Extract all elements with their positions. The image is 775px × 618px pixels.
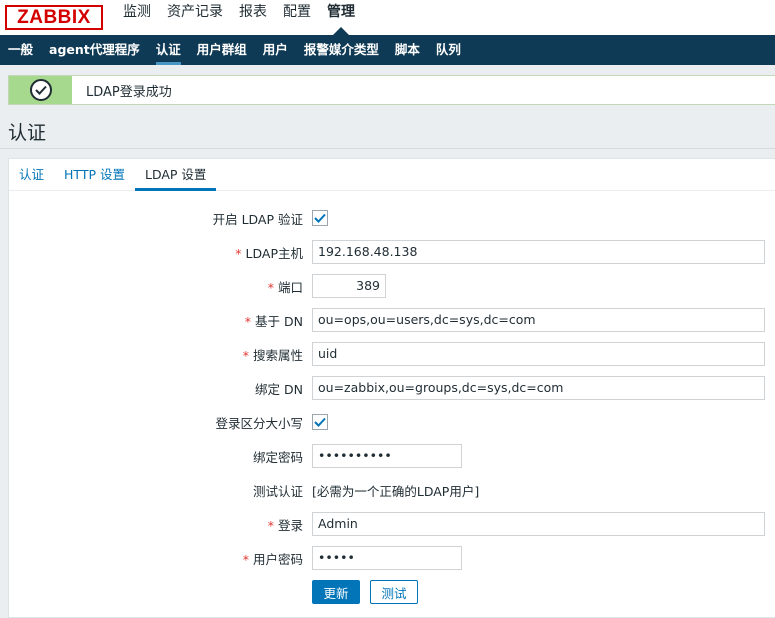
row-port: * 端口 389	[9, 274, 775, 298]
login-input[interactable]: Admin	[312, 512, 765, 536]
tab-ldap-settings[interactable]: LDAP 设置	[134, 159, 217, 191]
tab-http-settings[interactable]: HTTP 设置	[54, 159, 135, 190]
required-mark: *	[267, 279, 274, 295]
bind-password-label: 绑定密码	[252, 449, 303, 465]
bind-password-input[interactable]: ••••••••••	[312, 444, 462, 468]
menu-label: 配置	[283, 4, 311, 20]
user-password-label: * 用户密码	[243, 549, 303, 568]
success-message: LDAP登录成功	[8, 75, 775, 105]
base-dn-label: * 基于 DN	[245, 311, 303, 330]
case-sensitive-checkbox[interactable]	[312, 414, 328, 430]
ldap-settings-card: 认证 HTTP 设置 LDAP 设置 开启 LDAP 验证 * LDAP主机 19…	[8, 158, 775, 618]
required-mark: *	[242, 347, 249, 363]
update-button[interactable]: 更新	[312, 580, 360, 604]
user-password-input[interactable]: •••••	[312, 546, 462, 570]
label-text: LDAP主机	[245, 245, 303, 261]
menu-inventory[interactable]: 资产记录	[159, 0, 231, 35]
checkmark-icon	[314, 213, 326, 223]
row-bind-password: 绑定密码 ••••••••••	[9, 444, 775, 468]
port-input[interactable]: 389	[312, 274, 386, 298]
test-button[interactable]: 测试	[370, 580, 418, 604]
submenu-users[interactable]: 用户	[255, 35, 296, 65]
checkmark-icon	[314, 417, 326, 427]
menu-label: 资产记录	[167, 4, 223, 20]
login-label: * 登录	[268, 515, 303, 534]
row-base-dn: * 基于 DN ou=ops,ou=users,dc=sys,dc=com	[9, 308, 775, 332]
tab-authentication[interactable]: 认证	[9, 159, 54, 190]
required-mark: *	[242, 551, 249, 567]
submenu-queue[interactable]: 队列	[428, 35, 469, 65]
row-login: * 登录 Admin	[9, 512, 775, 536]
message-icon-area	[9, 76, 72, 104]
submenu-scripts[interactable]: 脚本	[387, 35, 428, 65]
submenu-authentication[interactable]: 认证	[148, 35, 189, 65]
row-enable-ldap: 开启 LDAP 验证	[9, 206, 775, 230]
tab-bar: 认证 HTTP 设置 LDAP 设置	[9, 159, 775, 191]
row-bind-dn: 绑定 DN ou=zabbix,ou=groups,dc=sys,dc=com	[9, 376, 775, 400]
zabbix-logo[interactable]: ZABBIX	[5, 5, 103, 30]
main-menu: 监测 资产记录 报表 配置 管理	[115, 0, 363, 35]
label-text: 端口	[277, 279, 303, 295]
menu-reports[interactable]: 报表	[231, 0, 275, 35]
submenu-media-types[interactable]: 报警媒介类型	[296, 35, 387, 65]
required-mark: *	[244, 313, 252, 329]
row-user-password: * 用户密码 •••••	[9, 546, 775, 570]
row-ldap-host: * LDAP主机 192.168.48.138	[9, 240, 775, 264]
required-mark: *	[235, 245, 242, 261]
search-attribute-input[interactable]: uid	[312, 342, 765, 366]
menu-label: 监测	[123, 4, 151, 20]
active-caret-icon	[333, 27, 349, 35]
case-sensitive-label: 登录区分大小写	[215, 415, 303, 431]
label-text: 用户密码	[252, 551, 303, 567]
message-text: LDAP登录成功	[86, 84, 172, 100]
enable-ldap-label: 开启 LDAP 验证	[212, 211, 303, 227]
check-circle-icon	[29, 79, 52, 101]
page-title: 认证	[8, 122, 47, 144]
menu-label: 报表	[239, 4, 267, 20]
port-label: * 端口	[268, 277, 303, 296]
label-text: 登录	[277, 517, 303, 533]
submenu-general[interactable]: 一般	[0, 35, 41, 65]
top-header: ZABBIX 监测 资产记录 报表 配置 管理	[0, 0, 775, 35]
required-mark: *	[267, 517, 274, 533]
ldap-host-label: * LDAP主机	[235, 243, 303, 262]
base-dn-input[interactable]: ou=ops,ou=users,dc=sys,dc=com	[312, 308, 765, 332]
bind-dn-input[interactable]: ou=zabbix,ou=groups,dc=sys,dc=com	[312, 376, 765, 400]
row-test-authentication: 测试认证 [必需为一个正确的LDAP用户]	[9, 478, 775, 502]
test-auth-note: [必需为一个正确的LDAP用户]	[312, 483, 480, 499]
menu-configuration[interactable]: 配置	[275, 0, 319, 35]
enable-ldap-checkbox[interactable]	[312, 210, 328, 226]
row-case-sensitive: 登录区分大小写	[9, 410, 775, 434]
test-auth-label: 测试认证	[252, 483, 303, 499]
ldap-host-input[interactable]: 192.168.48.138	[312, 240, 765, 264]
sub-menu: 一般 agent代理程序 认证 用户群组 用户 报警媒介类型 脚本 队列	[0, 35, 775, 65]
menu-monitoring[interactable]: 监测	[115, 0, 159, 35]
label-text: 基于 DN	[255, 313, 303, 329]
label-text: 搜索属性	[252, 347, 303, 363]
menu-administration[interactable]: 管理	[319, 0, 363, 35]
menu-label: 管理	[327, 4, 355, 20]
search-attribute-label: * 搜索属性	[243, 345, 303, 364]
submenu-user-groups[interactable]: 用户群组	[189, 35, 255, 65]
divider	[0, 148, 775, 149]
row-buttons: 更新 测试	[9, 580, 775, 604]
row-search-attribute: * 搜索属性 uid	[9, 342, 775, 366]
submenu-proxies[interactable]: agent代理程序	[41, 35, 148, 65]
bind-dn-label: 绑定 DN	[255, 381, 303, 397]
